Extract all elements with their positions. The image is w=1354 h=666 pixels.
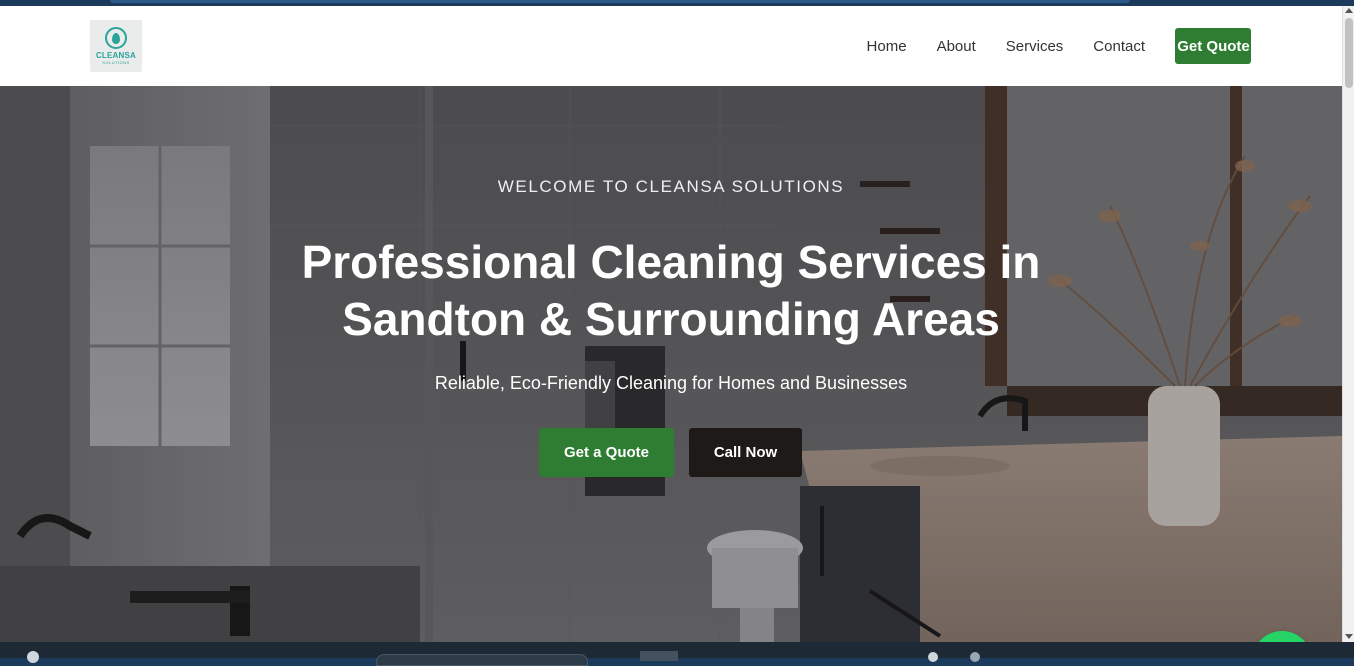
- nav-link-services[interactable]: Services: [1006, 38, 1064, 55]
- logo-name: CLEANSA: [95, 51, 137, 60]
- tray-icon[interactable]: [928, 652, 938, 662]
- hero-subtitle: Reliable, Eco-Friendly Cleaning for Home…: [434, 373, 908, 393]
- start-icon[interactable]: [27, 651, 39, 663]
- tray-network-icon[interactable]: [970, 652, 980, 662]
- get-quote-nav-button[interactable]: Get Quote: [1175, 28, 1251, 64]
- site-logo[interactable]: CLEANSA SOLUTIONS: [90, 20, 142, 72]
- nav-link-about[interactable]: About: [937, 38, 976, 55]
- hero-eyebrow: WELCOME TO CLEANSA SOLUTIONS: [497, 177, 845, 196]
- site-header: CLEANSA SOLUTIONS Home About Services Co…: [0, 6, 1342, 86]
- hero-title: Professional Cleaning Services in Sandto…: [0, 234, 1342, 348]
- hero-dark-overlay: [0, 86, 1342, 642]
- nav-link-home[interactable]: Home: [867, 38, 907, 55]
- hero-title-line-2: Sandton & Surrounding Areas: [342, 293, 1000, 345]
- page-viewport: CLEANSA SOLUTIONS Home About Services Co…: [0, 6, 1342, 642]
- hero-title-line-1: Professional Cleaning Services in: [301, 236, 1041, 288]
- hero-section: WELCOME TO CLEANSA SOLUTIONS Professiona…: [0, 86, 1342, 642]
- get-a-quote-button[interactable]: Get a Quote: [539, 428, 674, 477]
- nav-link-contact[interactable]: Contact: [1093, 38, 1145, 55]
- os-taskbar: [0, 642, 1354, 666]
- taskbar-app-icon[interactable]: [640, 651, 678, 661]
- water-drop-icon: [105, 27, 127, 49]
- scroll-down-icon[interactable]: [1345, 634, 1353, 639]
- scrollbar-thumb[interactable]: [1345, 18, 1353, 88]
- page-scrollbar[interactable]: [1342, 6, 1354, 642]
- logo-tagline: SOLUTIONS: [102, 60, 130, 65]
- main-nav: Home About Services Contact Get Quote: [837, 28, 1251, 64]
- logo-drop-shape: [112, 32, 120, 44]
- taskbar-search-box[interactable]: [376, 654, 588, 666]
- call-now-button[interactable]: Call Now: [689, 428, 802, 477]
- scroll-up-icon[interactable]: [1345, 8, 1353, 13]
- browser-tab-strip: [110, 0, 1130, 3]
